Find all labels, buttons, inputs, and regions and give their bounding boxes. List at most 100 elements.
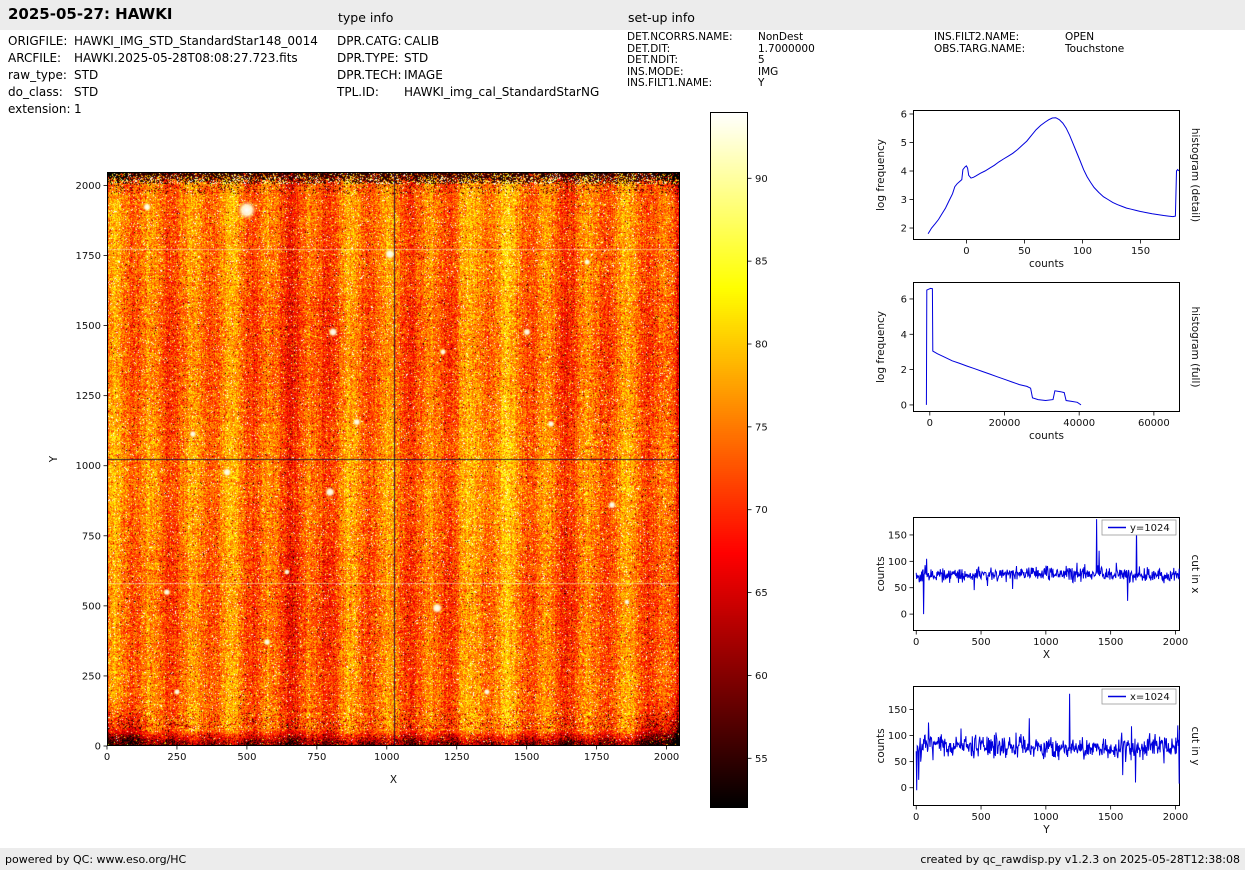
y-tick-label: 2000 — [76, 181, 101, 192]
plot-svg: 0250500750100012501500175020000250500750… — [37, 160, 705, 804]
plot-svg: 02000040000600000246countslog frequencyh… — [853, 262, 1245, 462]
x-axis-label: X — [1043, 649, 1050, 661]
field-label: raw_type: — [8, 67, 74, 84]
setup-info-block-1: DET.NCORRS.NAME:NonDest DET.DIT:1.700000… — [627, 32, 815, 90]
colorbar-tick-label: 80 — [755, 340, 768, 351]
field-label: DPR.CATG: — [337, 33, 404, 50]
y-tick-label: 250 — [82, 671, 101, 682]
y-tick-label: 1500 — [76, 321, 101, 332]
x-tick-label: 0 — [104, 752, 110, 763]
y-axis-label: log frequency — [875, 139, 887, 211]
page-title: 2025-05-27: HAWKI — [8, 5, 172, 23]
cut-in-y-chart: 0500100015002000050100150Ycountscut in y… — [913, 686, 1180, 806]
colorbar-tick-label: 90 — [755, 174, 768, 185]
plot-svg: 5560657075808590 — [700, 102, 793, 818]
y-tick-label: 50 — [894, 757, 907, 768]
x-tick-label: 1500 — [1098, 812, 1123, 823]
x-tick-label: 500 — [971, 637, 990, 648]
x-axis-label: Y — [1042, 824, 1050, 836]
legend-label: x=1024 — [1130, 692, 1170, 703]
plot-border — [914, 111, 1180, 240]
field-value: 1.7000000 — [758, 43, 815, 55]
field-value: Touchstone — [1065, 43, 1124, 55]
y-tick-label: 0 — [901, 610, 907, 621]
y-tick-label: 50 — [894, 583, 907, 594]
x-axis-label: X — [390, 774, 397, 786]
field-value: CALIB — [404, 34, 439, 48]
colorbar-tick-label: 55 — [755, 754, 768, 765]
y-tick-label: 0 — [901, 400, 907, 411]
y-axis-label: Y — [48, 455, 60, 463]
header-bar — [0, 0, 1245, 30]
plot-svg: 0500100015002000050100150Xcountscut in x… — [853, 497, 1245, 681]
x-tick-label: 500 — [971, 812, 990, 823]
y-tick-label: 2 — [901, 365, 907, 376]
legend: y=1024 — [1102, 520, 1176, 535]
legend: x=1024 — [1102, 689, 1176, 704]
field-label: TPL.ID: — [337, 84, 404, 101]
y-tick-label: 500 — [82, 601, 101, 612]
x-tick-label: 40000 — [1063, 418, 1095, 429]
meta-row: extension:1 — [8, 101, 318, 118]
x-tick-label: 250 — [167, 752, 186, 763]
meta-row: ARCFILE:HAWKI.2025-05-28T08:08:27.723.fi… — [8, 50, 318, 67]
field-value: 1 — [74, 102, 82, 116]
y-axis-label: counts — [875, 556, 887, 591]
y-tick-label: 0 — [95, 742, 101, 753]
footer-left-text: powered by QC: www.eso.org/HC — [5, 853, 186, 866]
plot-border — [108, 173, 680, 746]
detector-image-chart: 0250500750100012501500175020000250500750… — [107, 172, 680, 746]
meta-row: INS.FILT1.NAME:Y — [627, 78, 815, 90]
meta-row: raw_type:STD — [8, 67, 318, 84]
y-tick-label: 1750 — [76, 251, 101, 262]
y-axis-label: counts — [875, 728, 887, 763]
field-label: INS.FILT2.NAME: — [934, 32, 1065, 44]
x-tick-label: 500 — [237, 752, 256, 763]
field-label: INS.FILT1.NAME: — [627, 78, 758, 90]
y-tick-label: 150 — [888, 705, 907, 716]
footer-bar: powered by QC: www.eso.org/HC created by… — [0, 848, 1245, 870]
field-label: DPR.TECH: — [337, 67, 404, 84]
y-tick-label: 100 — [888, 557, 907, 568]
y-tick-label: 750 — [82, 531, 101, 542]
y-tick-label: 6 — [901, 294, 907, 305]
x-tick-label: 2000 — [654, 752, 679, 763]
field-value: HAWKI_img_cal_StandardStarNG — [404, 85, 599, 99]
y-tick-label: 4 — [901, 330, 907, 341]
histogram-detail-line — [928, 118, 1179, 234]
field-label: ARCFILE: — [8, 50, 74, 67]
x-tick-label: 0 — [913, 637, 919, 648]
plot-svg: 0500100015002000050100150Ycountscut in y… — [853, 666, 1245, 856]
x-tick-label: 1500 — [1098, 637, 1123, 648]
meta-row: TPL.ID:HAWKI_img_cal_StandardStarNG — [337, 84, 599, 101]
field-value: IMG — [758, 66, 778, 78]
setup-info-block-2: INS.FILT2.NAME:OPEN OBS.TARG.NAME:Touchs… — [934, 32, 1124, 55]
colorbar: 5560657075808590 — [710, 112, 748, 808]
x-tick-label: 1750 — [584, 752, 609, 763]
x-tick-label: 0 — [913, 812, 919, 823]
x-tick-label: 50 — [1018, 246, 1031, 257]
field-value: NonDest — [758, 31, 803, 43]
y-axis-label: log frequency — [875, 311, 887, 383]
right-axis-label: histogram (detail) — [1189, 128, 1201, 222]
field-label: OBS.TARG.NAME: — [934, 44, 1065, 56]
y-tick-label: 0 — [901, 783, 907, 794]
plot-svg: 05010015023456countslog frequencyhistogr… — [853, 90, 1245, 290]
field-value: IMAGE — [404, 68, 443, 82]
meta-row: do_class:STD — [8, 84, 318, 101]
legend-label: y=1024 — [1130, 523, 1170, 534]
y-tick-label: 100 — [888, 731, 907, 742]
y-tick-label: 4 — [901, 167, 907, 178]
y-tick-label: 3 — [901, 195, 907, 206]
y-tick-label: 2 — [901, 224, 907, 235]
x-tick-label: 1250 — [444, 752, 469, 763]
type-info-block: DPR.CATG:CALIB DPR.TYPE:STD DPR.TECH:IMA… — [337, 33, 599, 101]
x-tick-label: 1000 — [374, 752, 399, 763]
cut-y-line — [916, 694, 1181, 793]
x-tick-label: 1000 — [1033, 637, 1058, 648]
footer-right-text: created by qc_rawdisp.py v1.2.3 on 2025-… — [920, 853, 1240, 866]
field-value: STD — [74, 68, 98, 82]
field-label: DET.NCORRS.NAME: — [627, 32, 758, 44]
x-tick-label: 2000 — [1163, 812, 1188, 823]
y-tick-label: 6 — [901, 109, 907, 120]
